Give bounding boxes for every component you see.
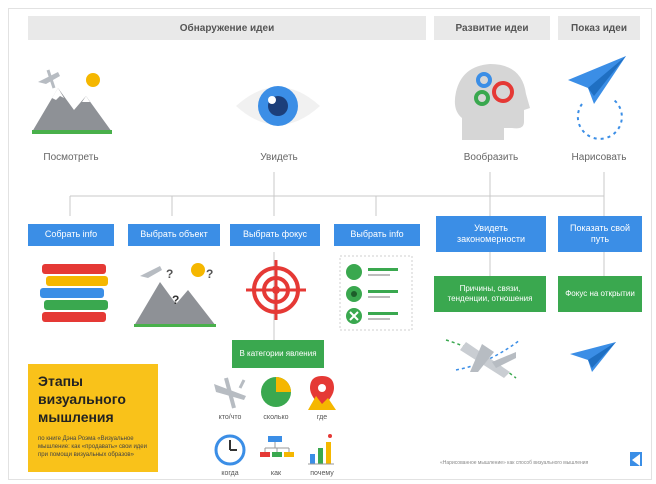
categories-box: В категории явления	[232, 340, 324, 368]
stage-draw-label: Нарисовать	[571, 152, 627, 163]
head-gears-icon	[454, 64, 530, 140]
svg-text:?: ?	[172, 293, 179, 307]
svg-text:?: ?	[206, 267, 213, 281]
category-who-label: кто/что	[218, 414, 242, 421]
clock-icon	[214, 434, 246, 466]
step-choose-info: Выбрать info	[334, 224, 420, 246]
category-why-label: почему	[310, 470, 334, 477]
mountain-question-icon: ? ? ?	[134, 263, 216, 327]
mountain-plane-sun-icon	[32, 69, 112, 134]
step-choose-object: Выбрать объект	[128, 224, 220, 246]
footer-caption: «Нарисованное мышление» как способ визуа…	[440, 460, 589, 466]
checklist-icon	[339, 255, 413, 331]
step-see-patterns: Увидеть закономерности	[436, 216, 546, 252]
location-pin-icon	[308, 376, 336, 410]
logo-icon	[630, 452, 642, 466]
eye-icon	[236, 86, 320, 126]
visual-thinking-source: по книге Дэна Роэма «Визуальное мышление…	[38, 435, 147, 459]
hierarchy-icon	[260, 436, 294, 457]
pie-chart-icon	[261, 377, 291, 407]
small-paper-plane-icon	[570, 342, 616, 372]
stage-imagine-label: Вообразить	[463, 152, 519, 163]
books-icon	[40, 264, 108, 322]
focus-on-insight-box: Фокус на открытии	[558, 276, 642, 312]
category-how-label: как	[270, 470, 282, 477]
paper-plane-icon	[568, 56, 626, 140]
target-icon	[246, 260, 306, 320]
category-when-label: когда	[221, 470, 239, 477]
causes-box: Причины, связи, тенденции, отношения	[434, 276, 546, 312]
step-collect-info: Собрать info	[28, 224, 114, 246]
category-how-much-label: сколько	[263, 414, 289, 421]
step-choose-focus: Выбрать фокус	[230, 224, 320, 246]
plane-paths-icon	[445, 339, 521, 379]
plane-who-icon	[214, 377, 246, 409]
bar-chart-icon	[308, 434, 334, 465]
step-show-path: Показать свой путь	[558, 216, 642, 252]
visual-thinking-title: Этапы визуального мышления	[38, 373, 126, 426]
stage-see-label: Увидеть	[260, 152, 298, 163]
svg-text:?: ?	[166, 267, 173, 281]
visual-thinking-stages-box: Этапы визуального мышления по книге Дэна…	[28, 364, 158, 472]
stage-look-label: Посмотреть	[43, 152, 99, 163]
category-where-label: где	[316, 414, 328, 421]
